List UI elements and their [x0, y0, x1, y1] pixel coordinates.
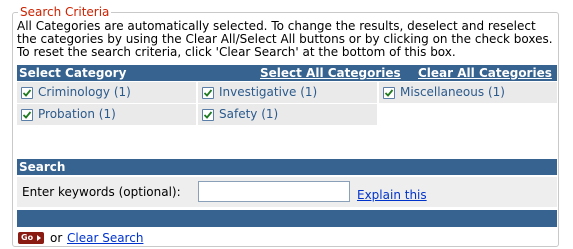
select-category-bar: Select Category Select All Categories Cl… [17, 65, 557, 81]
category-label: Miscellaneous (1) [400, 85, 505, 99]
select-category-title: Select Category [19, 66, 127, 80]
category-safety[interactable]: Safety (1) [198, 104, 377, 125]
category-label: Criminology (1) [38, 85, 131, 99]
instructions-text: All Categories are automatically selecte… [17, 19, 553, 59]
clear-search-link[interactable]: Clear Search [67, 231, 143, 245]
explain-this-link[interactable]: Explain this [357, 188, 427, 202]
keywords-row: Enter keywords (optional): Explain this [17, 177, 557, 207]
bottom-bar [17, 210, 557, 227]
category-label: Probation (1) [38, 107, 116, 121]
go-button-label: Go [21, 233, 34, 242]
checkbox-checked-icon[interactable] [383, 87, 395, 99]
or-text: or [50, 231, 63, 245]
checkbox-checked-icon[interactable] [21, 109, 33, 121]
keywords-label: Enter keywords (optional): [22, 185, 181, 199]
category-label: Safety (1) [219, 107, 279, 121]
checkbox-checked-icon[interactable] [202, 87, 214, 99]
clear-all-categories-link[interactable]: Clear All Categories [418, 65, 552, 81]
search-title: Search [19, 160, 66, 174]
category-label: Investigative (1) [219, 85, 318, 99]
checkbox-checked-icon[interactable] [202, 109, 214, 121]
category-criminology[interactable]: Criminology (1) [17, 82, 196, 103]
search-criteria-legend: Search Criteria [18, 5, 112, 19]
category-investigative[interactable]: Investigative (1) [198, 82, 377, 103]
category-miscellaneous[interactable]: Miscellaneous (1) [379, 82, 557, 103]
select-all-categories-link[interactable]: Select All Categories [260, 65, 401, 81]
checkbox-checked-icon[interactable] [21, 87, 33, 99]
go-arrow-icon [37, 235, 41, 241]
search-bar: Search [17, 159, 557, 175]
category-probation[interactable]: Probation (1) [17, 104, 196, 125]
keywords-input[interactable] [198, 181, 350, 202]
go-button[interactable]: Go [18, 232, 44, 244]
